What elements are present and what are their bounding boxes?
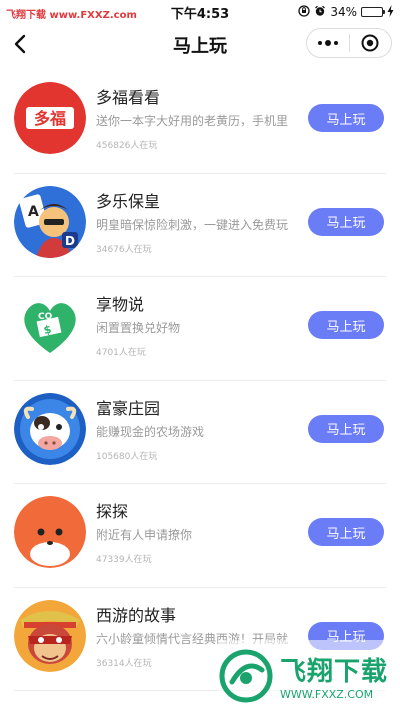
svg-text:CO: CO <box>38 312 53 322</box>
swirl-logo-icon <box>219 649 273 703</box>
svg-text:多福: 多福 <box>34 109 66 128</box>
game-name: 多乐保皇 <box>96 191 161 211</box>
alarm-icon <box>314 5 326 20</box>
svg-text:D: D <box>65 234 75 248</box>
game-description: 附近有人申请撩你 <box>96 528 193 542</box>
watermark-url: WWW.FXXZ.COM <box>280 688 374 701</box>
monkey-king-icon <box>14 599 86 672</box>
list-item[interactable]: $ CO 享物说 闲置置换兑好物 4701人在玩 马上玩 <box>0 277 400 381</box>
status-bar: 飞翔下载 www.FXXZ.com 下午4:53 34% <box>0 0 400 24</box>
list-item[interactable]: A D 多乐保皇 明皇暗保惊险刺激，一键进入免费玩 34676人在玩 马上玩 <box>0 174 400 278</box>
player-count: 4701人在玩 <box>96 348 146 358</box>
nav-bar: 马上玩 <box>0 24 400 64</box>
game-name: 探探 <box>96 502 129 521</box>
cow-farm-icon <box>14 392 86 465</box>
game-description: 闲置置换兑好物 <box>96 321 181 335</box>
play-button[interactable]: 马上玩 <box>308 414 384 443</box>
list-item[interactable]: 富豪庄园 能赚现金的农场游戏 105680人在玩 马上玩 <box>0 381 400 485</box>
game-name: 富豪庄园 <box>96 398 161 418</box>
player-count: 456826人在玩 <box>96 141 158 151</box>
status-indicators: 34% <box>298 3 394 21</box>
watermark-brand: 飞翔下载 <box>280 657 389 687</box>
green-heart-gift-icon: $ CO <box>14 289 86 361</box>
game-name: 西游的故事 <box>96 605 177 625</box>
player-count: 47339人在玩 <box>96 555 152 565</box>
duofu-red-logo-icon: 多福 <box>14 82 86 154</box>
back-button[interactable] <box>6 28 34 60</box>
orange-fox-face-icon <box>14 496 86 568</box>
play-button[interactable]: 马上玩 <box>308 207 384 236</box>
game-description: 明皇暗保惊险刺激，一键进入免费玩 <box>96 217 289 232</box>
list-item[interactable]: 探探 附近有人申请撩你 47339人在玩 马上玩 <box>0 484 400 588</box>
mini-program-capsule <box>306 28 392 58</box>
battery-percent: 34% <box>330 5 357 19</box>
svg-text:A: A <box>28 204 39 220</box>
card-king-character-icon: A D <box>14 185 86 258</box>
watermark-logo: 飞翔下载 WWW.FXXZ.COM <box>218 640 400 712</box>
more-dots-icon[interactable] <box>307 29 349 57</box>
play-button[interactable]: 马上玩 <box>308 104 384 132</box>
game-description: 送你一本字大好用的老黄历，手机里 <box>96 114 289 128</box>
chevron-left-icon <box>14 34 26 54</box>
game-description: 能赚现金的农场游戏 <box>96 424 205 439</box>
game-name: 享物说 <box>96 295 145 314</box>
charging-icon <box>387 4 394 20</box>
play-button[interactable]: 马上玩 <box>308 518 384 546</box>
list-item[interactable]: 多福 多福看看 送你一本字大好用的老黄历，手机里 456826人在玩 马上玩 <box>0 70 400 174</box>
game-name: 多福看看 <box>96 88 161 107</box>
rotation-lock-icon <box>298 4 310 20</box>
battery-icon <box>361 7 385 17</box>
player-count: 105680人在玩 <box>96 451 158 462</box>
play-button[interactable]: 马上玩 <box>308 311 384 339</box>
player-count: 34676人在玩 <box>96 244 152 255</box>
player-count: 36314人在玩 <box>96 658 152 669</box>
target-close-icon[interactable] <box>349 29 391 57</box>
game-list: 多福 多福看看 送你一本字大好用的老黄历，手机里 456826人在玩 马上玩 A… <box>0 70 400 691</box>
